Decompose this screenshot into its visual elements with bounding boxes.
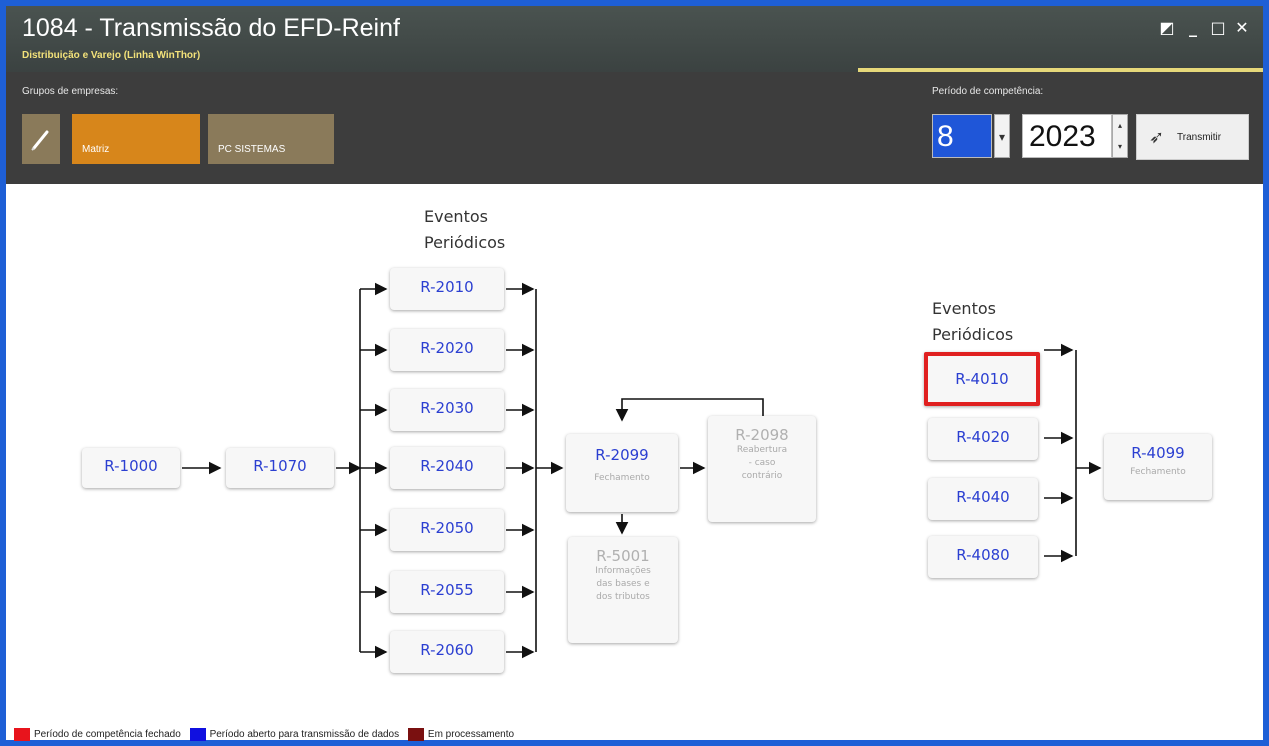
event-r2099-button[interactable]: R-2099 Fechamento bbox=[566, 434, 678, 512]
left-heading-line-2: Periódicos bbox=[424, 233, 506, 252]
event-code: R-2060 bbox=[420, 641, 474, 659]
legend-label: Em processamento bbox=[427, 729, 515, 741]
event-description: Informações bbox=[595, 566, 651, 576]
event-code: R-2010 bbox=[420, 278, 474, 296]
legend-item-closed: Período de competência fechado bbox=[14, 728, 181, 741]
legend-label: Período de competência fechado bbox=[34, 729, 181, 741]
event-r2040-button[interactable]: R-2040 bbox=[390, 447, 504, 489]
event-code: R-2098 bbox=[735, 426, 789, 444]
event-code: R-4020 bbox=[956, 428, 1010, 446]
event-r4010-button[interactable]: R-4010 bbox=[924, 352, 1040, 406]
event-r5001-button[interactable]: R-5001 Informações das bases e dos tribu… bbox=[568, 537, 678, 643]
event-r2098-button[interactable]: R-2098 Reabertura - caso contrário bbox=[708, 416, 816, 522]
event-code: R-4040 bbox=[956, 488, 1010, 506]
event-code: R-2050 bbox=[420, 519, 474, 537]
event-r4020-button[interactable]: R-4020 bbox=[928, 418, 1038, 460]
event-code: R-4080 bbox=[956, 546, 1010, 564]
event-description: Reabertura bbox=[736, 445, 788, 455]
legend-swatch-red bbox=[14, 728, 30, 741]
event-code: R-2099 bbox=[595, 446, 649, 464]
event-r2010-button[interactable]: R-2010 bbox=[390, 268, 504, 310]
left-heading-line-1: Eventos bbox=[424, 207, 488, 226]
event-code: R-2020 bbox=[420, 339, 474, 357]
legend-swatch-blue bbox=[189, 728, 206, 741]
legend-swatch-darkred bbox=[407, 728, 424, 741]
event-r2050-button[interactable]: R-2050 bbox=[390, 509, 504, 551]
legend-label: Período aberto para transmissão de dados bbox=[209, 729, 400, 741]
legend-item-open: Período aberto para transmissão de dados bbox=[189, 728, 400, 741]
left-events-heading: Eventos Periódicos bbox=[424, 204, 505, 256]
event-code: R-2040 bbox=[420, 457, 474, 475]
event-r2060-button[interactable]: R-2060 bbox=[390, 631, 504, 673]
event-code: R-1070 bbox=[253, 457, 307, 475]
event-code: R-2055 bbox=[420, 581, 474, 599]
right-heading-line-2: Periódicos bbox=[932, 325, 1014, 344]
event-r1070-button[interactable]: R-1070 bbox=[226, 448, 334, 488]
event-r2055-button[interactable]: R-2055 bbox=[390, 571, 504, 613]
event-r1000-button[interactable]: R-1000 bbox=[82, 448, 180, 488]
right-events-heading: Eventos Periódicos bbox=[932, 296, 1013, 348]
status-legend: Período de competência fechado Período a… bbox=[14, 728, 520, 741]
event-code: R-1000 bbox=[104, 457, 158, 475]
event-description: das bases e bbox=[596, 579, 650, 589]
legend-item-processing: Em processamento bbox=[407, 728, 515, 741]
event-description: Fechamento bbox=[594, 473, 650, 483]
event-code: R-4099 bbox=[1131, 444, 1185, 462]
event-r4099-button[interactable]: R-4099 Fechamento bbox=[1104, 434, 1212, 500]
event-r2030-button[interactable]: R-2030 bbox=[390, 389, 504, 431]
event-code: R-2030 bbox=[420, 399, 474, 417]
event-description: dos tributos bbox=[596, 592, 650, 602]
event-r4080-button[interactable]: R-4080 bbox=[928, 536, 1038, 578]
event-r4040-button[interactable]: R-4040 bbox=[928, 478, 1038, 520]
right-heading-line-1: Eventos bbox=[932, 299, 996, 318]
event-code: R-4010 bbox=[955, 370, 1009, 388]
event-description: Fechamento bbox=[1130, 467, 1186, 477]
event-code: R-5001 bbox=[596, 547, 650, 565]
event-description: - caso bbox=[748, 458, 776, 468]
event-r2020-button[interactable]: R-2020 bbox=[390, 329, 504, 371]
event-description: contrário bbox=[741, 471, 783, 481]
app-window: 1084 - Transmissão do EFD-Reinf Distribu… bbox=[0, 0, 1269, 746]
